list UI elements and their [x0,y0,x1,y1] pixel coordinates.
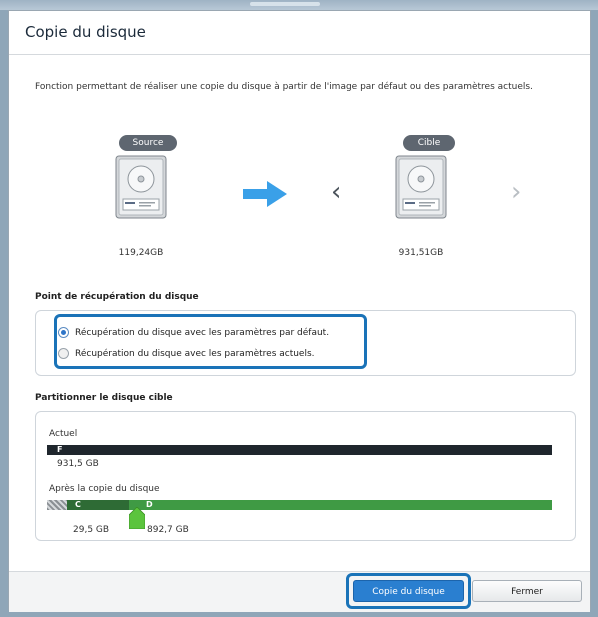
partition-section-title: Partitionner le disque cible [35,393,173,403]
disk-copy-dialog: Copie du disque Fonction permettant de r… [8,10,591,612]
current-size: 931,5 GB [57,459,99,469]
partition-bar-d[interactable] [129,500,552,510]
window-top-strip [0,0,598,10]
radio-default-label: Récupération du disque avec les paramètr… [75,328,330,338]
current-partition-letter: F [57,445,63,454]
partition-c-size: 29,5 GB [73,525,110,535]
target-badge: Cible [403,135,455,151]
chevron-left-icon[interactable]: ‹ [331,179,341,205]
radio-current-indicator[interactable] [58,348,69,359]
target-disk-icon[interactable] [395,155,447,219]
copy-disk-button[interactable]: Copie du disque [353,580,464,602]
recovery-section-title: Point de récupération du disque [35,292,199,302]
partition-c-letter: C [75,500,81,509]
current-partition-bar [47,445,552,455]
current-label: Actuel [49,429,78,439]
partition-resize-handle[interactable] [128,506,146,530]
radio-default-indicator[interactable] [58,327,69,338]
dialog-footer: Copie du disque Fermer [9,571,590,612]
radio-current-settings[interactable]: Récupération du disque avec les paramètr… [58,347,315,361]
dialog-description: Fonction permettant de réaliser une copi… [35,82,533,92]
close-button[interactable]: Fermer [472,580,582,602]
source-badge: Source [119,135,177,151]
right-arrow-icon [243,181,287,211]
after-copy-label: Après la copie du disque [49,484,160,494]
dialog-title: Copie du disque [25,23,146,41]
dialog-title-bar: Copie du disque [9,11,590,55]
partition-bar-hatch [47,500,67,510]
partition-d-size: 892,7 GB [147,525,189,535]
radio-current-label: Récupération du disque avec les paramètr… [75,349,315,359]
chevron-right-icon[interactable]: › [511,179,521,205]
partition-box [35,411,576,541]
partition-d-letter: D [146,500,153,509]
radio-default-settings[interactable]: Récupération du disque avec les paramètr… [58,326,330,340]
source-size: 119,24GB [118,248,164,258]
source-disk-icon[interactable] [115,155,167,219]
target-size: 931,51GB [398,248,444,258]
